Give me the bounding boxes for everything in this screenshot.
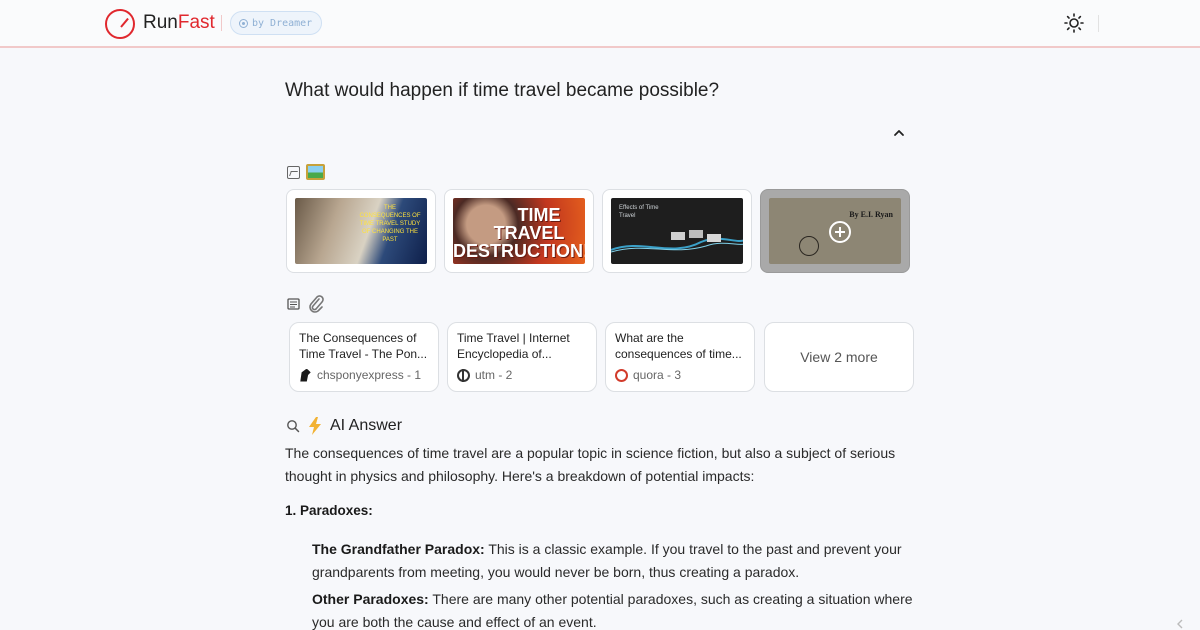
images-section-header	[287, 164, 325, 180]
source-title: Time Travel | Internet Encyclopedia of..…	[457, 331, 570, 361]
image-thumbnail: THE CONSEQUENCES OF TIME TRAVEL STUDY OF…	[295, 198, 427, 264]
theme-toggle-sun-icon[interactable]	[1063, 12, 1085, 34]
top-header: RunFast by Dreamer	[0, 0, 1200, 48]
by-dreamer-label: by Dreamer	[252, 17, 313, 29]
brand-name[interactable]: RunFast	[143, 12, 215, 34]
source-meta: utm - 2	[457, 368, 587, 382]
header-divider	[1098, 15, 1099, 32]
thumb-line-3: DESTRUCTION!	[453, 241, 585, 261]
ai-answer-header: AI Answer	[286, 417, 402, 435]
image-icon	[287, 165, 300, 179]
utm-favicon-icon	[457, 368, 470, 382]
newspaper-icon	[287, 298, 300, 310]
image-card-more[interactable]: By E.I. Ryan	[760, 189, 910, 273]
paragraph-bold-label: Other Paradoxes:	[312, 591, 429, 607]
thumbnail-caption: Effects of Time Travel	[619, 205, 659, 219]
logo-divider	[221, 15, 222, 31]
image-card-2[interactable]: TIME TRAVEL DESTRUCTION!	[444, 189, 594, 273]
source-card-3[interactable]: What are the consequences of time... quo…	[605, 322, 755, 392]
paperclip-emoji-icon	[309, 295, 324, 313]
paragraph-bold-label: The Grandfather Paradox:	[312, 541, 485, 557]
search-icon	[287, 420, 300, 433]
answer-paragraph-1: The Grandfather Paradox: This is a class…	[312, 538, 922, 584]
quora-favicon-icon	[615, 368, 628, 382]
question-title: What would happen if time travel became …	[285, 80, 720, 101]
lightning-bolt-icon	[309, 417, 321, 435]
sources-section-header	[287, 295, 325, 313]
view-more-label: View 2 more	[800, 349, 878, 365]
source-site: utm - 2	[475, 368, 513, 382]
plus-circle-icon[interactable]	[829, 221, 851, 243]
thumb-line-2: TRAVEL	[493, 223, 565, 243]
image-thumbnail: TIME TRAVEL DESTRUCTION!	[453, 198, 585, 264]
image-card-3[interactable]: Effects of Time Travel	[602, 189, 752, 273]
ai-answer-heading: AI Answer	[330, 417, 403, 434]
image-thumbnail: Effects of Time Travel	[611, 198, 743, 264]
source-site: quora - 3	[633, 368, 682, 382]
brand-accent: Fast	[177, 12, 215, 33]
brand-prefix: Run	[143, 12, 178, 33]
thumb-line-1: TIME	[517, 205, 561, 225]
answer-intro-text: The consequences of time travel are a po…	[285, 445, 896, 484]
thumbnail-caption: THE CONSEQUENCES OF TIME TRAVEL STUDY OF…	[359, 205, 421, 243]
thumbnail-wave-graphic	[611, 230, 743, 253]
source-title: What are the consequences of time...	[615, 331, 742, 361]
image-thumbnail: By E.I. Ryan	[769, 198, 901, 264]
view-more-sources-button[interactable]: View 2 more	[764, 322, 914, 392]
dreamer-icon	[239, 18, 248, 28]
source-site: chsponyexpress - 1	[317, 368, 422, 382]
by-dreamer-badge[interactable]: by Dreamer	[230, 11, 323, 35]
clock-graphic	[799, 236, 819, 256]
landscape-emoji-icon	[306, 164, 325, 180]
runfast-logo-icon[interactable]	[105, 9, 135, 39]
chevron-up-icon[interactable]	[890, 124, 908, 142]
source-card-1[interactable]: The Consequences of Time Travel - The Po…	[289, 322, 439, 392]
image-card-1[interactable]: THE CONSEQUENCES OF TIME TRAVEL STUDY OF…	[286, 189, 436, 273]
thumbnail-caption: By E.I. Ryan	[849, 210, 893, 219]
section-heading: 1. Paradoxes:	[285, 503, 373, 518]
thumbnail-caption: TIME TRAVEL DESTRUCTION!	[453, 206, 585, 260]
chevron-left-icon[interactable]	[1175, 617, 1185, 629]
source-meta: chsponyexpress - 1	[299, 368, 429, 382]
source-title: The Consequences of Time Travel - The Po…	[299, 331, 428, 361]
horse-favicon-icon	[300, 368, 311, 382]
source-card-2[interactable]: Time Travel | Internet Encyclopedia of..…	[447, 322, 597, 392]
answer-paragraph-2: Other Paradoxes: There are many other po…	[312, 588, 922, 630]
source-meta: quora - 3	[615, 368, 745, 382]
